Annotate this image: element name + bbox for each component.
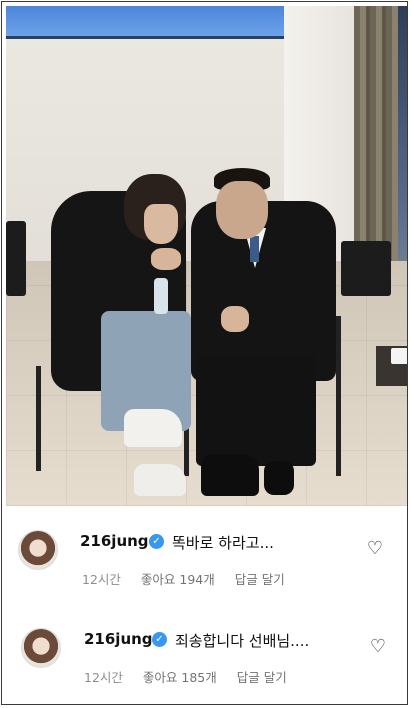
person-right-shoe xyxy=(201,454,259,496)
avatar[interactable] xyxy=(18,530,58,570)
heart-outline-icon[interactable]: ♡ xyxy=(369,638,387,656)
avatar[interactable] xyxy=(21,628,61,668)
verified-badge-icon: ✓ xyxy=(152,632,167,647)
comment-username[interactable]: 216jung xyxy=(80,532,149,550)
comment-item: 216jung ✓ 똑바로 하라고... 12시간 좋아요 194개 답글 달기… xyxy=(2,520,407,600)
comment-likes[interactable]: 좋아요 185개 xyxy=(143,670,217,685)
person-right-face xyxy=(216,181,268,239)
comment-time: 12시간 xyxy=(84,670,123,685)
comment-username[interactable]: 216jung xyxy=(84,630,153,648)
screenshot-frame: 216jung ✓ 똑바로 하라고... 12시간 좋아요 194개 답글 달기… xyxy=(1,1,408,705)
reply-button[interactable]: 답글 달기 xyxy=(235,572,285,587)
post-photo[interactable] xyxy=(6,6,407,506)
person-right-tie xyxy=(250,236,259,262)
chair-leg xyxy=(336,316,341,476)
water-bottle xyxy=(154,278,168,314)
person-left-face xyxy=(144,204,178,244)
comment-meta: 12시간 좋아요 185개 답글 달기 xyxy=(84,667,303,686)
comment-text: 똑바로 하라고... xyxy=(172,534,274,552)
chair-right xyxy=(341,241,391,296)
comment-time: 12시간 xyxy=(82,572,121,587)
person-left-shoe xyxy=(134,464,186,496)
comment-meta: 12시간 좋아요 194개 답글 달기 xyxy=(82,569,301,588)
paper-cup xyxy=(391,348,407,364)
comment-text: 죄송합니다 선배님.... xyxy=(175,632,310,650)
chair-leg xyxy=(36,366,41,471)
heart-outline-icon[interactable]: ♡ xyxy=(366,540,384,558)
chair-left xyxy=(6,221,26,296)
comment-likes[interactable]: 좋아요 194개 xyxy=(141,572,215,587)
person-left-shoe xyxy=(124,409,182,447)
person-right-hand xyxy=(221,306,249,332)
comment-item: 216jung ✓ 죄송합니다 선배님.... 12시간 좋아요 185개 답글… xyxy=(2,614,407,694)
reply-button[interactable]: 답글 달기 xyxy=(237,670,287,685)
person-left-hand xyxy=(151,248,181,270)
person-right-shoe xyxy=(264,461,294,495)
person-right-trousers xyxy=(196,356,316,466)
verified-badge-icon: ✓ xyxy=(149,534,164,549)
photo-screen xyxy=(6,6,286,39)
